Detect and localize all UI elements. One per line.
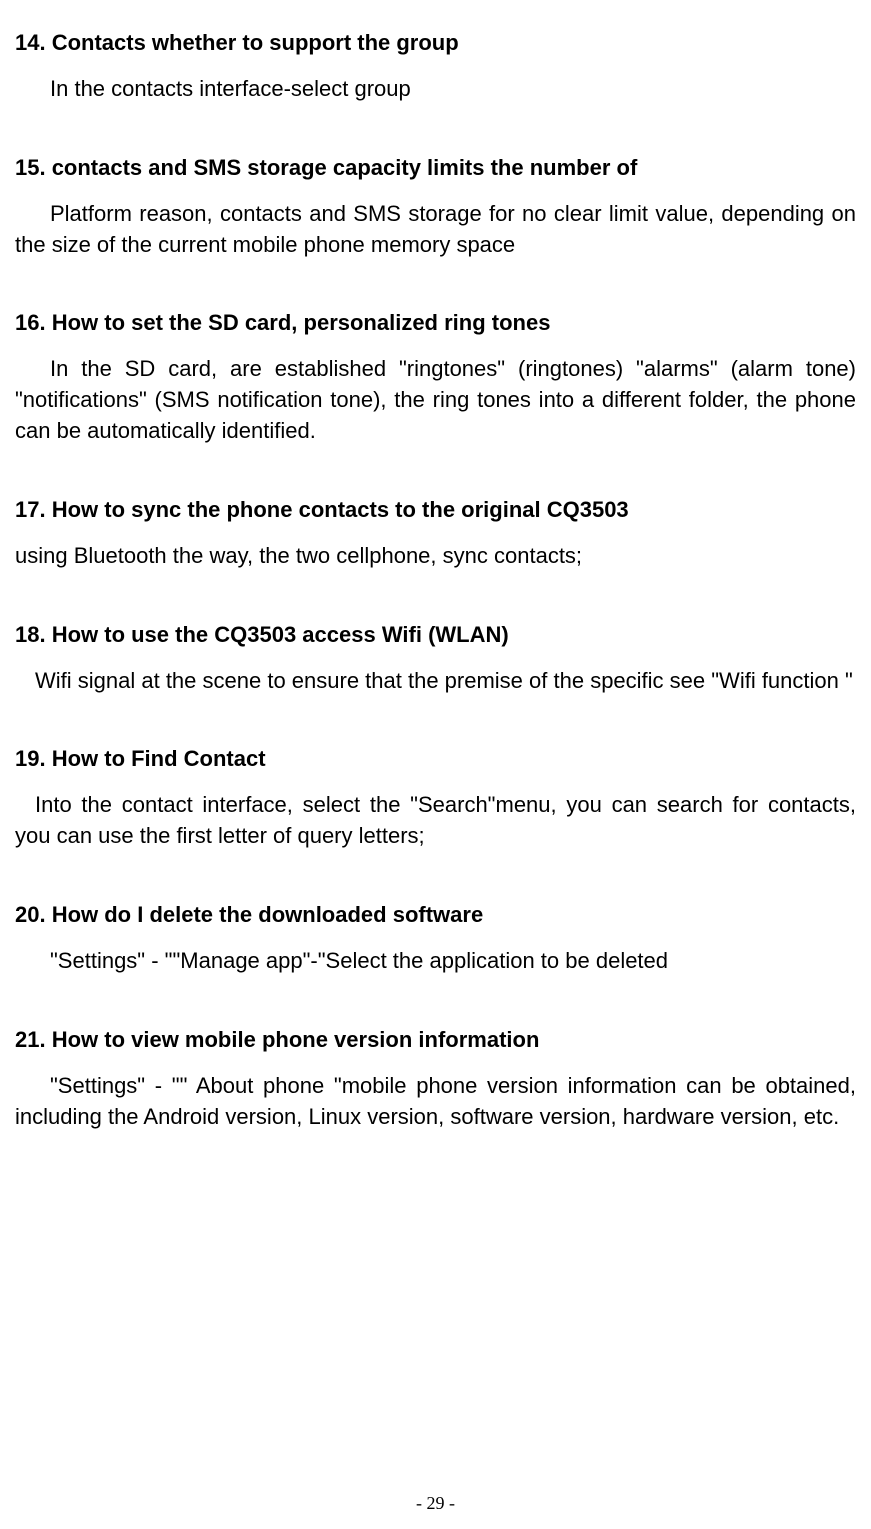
body-16: In the SD card, are established "rington… bbox=[15, 354, 856, 446]
section-20: 20. How do I delete the downloaded softw… bbox=[15, 902, 856, 977]
body-18: Wifi signal at the scene to ensure that … bbox=[15, 666, 856, 697]
heading-17: 17. How to sync the phone contacts to th… bbox=[15, 497, 856, 523]
section-17: 17. How to sync the phone contacts to th… bbox=[15, 497, 856, 572]
body-14: In the contacts interface-select group bbox=[15, 74, 856, 105]
page-number: - 29 - bbox=[0, 1493, 871, 1514]
body-21: "Settings" - "" About phone "mobile phon… bbox=[15, 1071, 856, 1133]
section-18: 18. How to use the CQ3503 access Wifi (W… bbox=[15, 622, 856, 697]
body-19: Into the contact interface, select the "… bbox=[15, 790, 856, 852]
section-19: 19. How to Find Contact Into the contact… bbox=[15, 746, 856, 852]
body-17: using Bluetooth the way, the two cellpho… bbox=[15, 541, 856, 572]
heading-18: 18. How to use the CQ3503 access Wifi (W… bbox=[15, 622, 856, 648]
section-21: 21. How to view mobile phone version inf… bbox=[15, 1027, 856, 1133]
body-15: Platform reason, contacts and SMS storag… bbox=[15, 199, 856, 261]
section-15: 15. contacts and SMS storage capacity li… bbox=[15, 155, 856, 261]
section-16: 16. How to set the SD card, personalized… bbox=[15, 310, 856, 446]
heading-19: 19. How to Find Contact bbox=[15, 746, 856, 772]
heading-21: 21. How to view mobile phone version inf… bbox=[15, 1027, 856, 1053]
body-20: "Settings" - ""Manage app"-"Select the a… bbox=[15, 946, 856, 977]
heading-16: 16. How to set the SD card, personalized… bbox=[15, 310, 856, 336]
heading-15: 15. contacts and SMS storage capacity li… bbox=[15, 155, 856, 181]
heading-20: 20. How do I delete the downloaded softw… bbox=[15, 902, 856, 928]
section-14: 14. Contacts whether to support the grou… bbox=[15, 30, 856, 105]
heading-14: 14. Contacts whether to support the grou… bbox=[15, 30, 856, 56]
